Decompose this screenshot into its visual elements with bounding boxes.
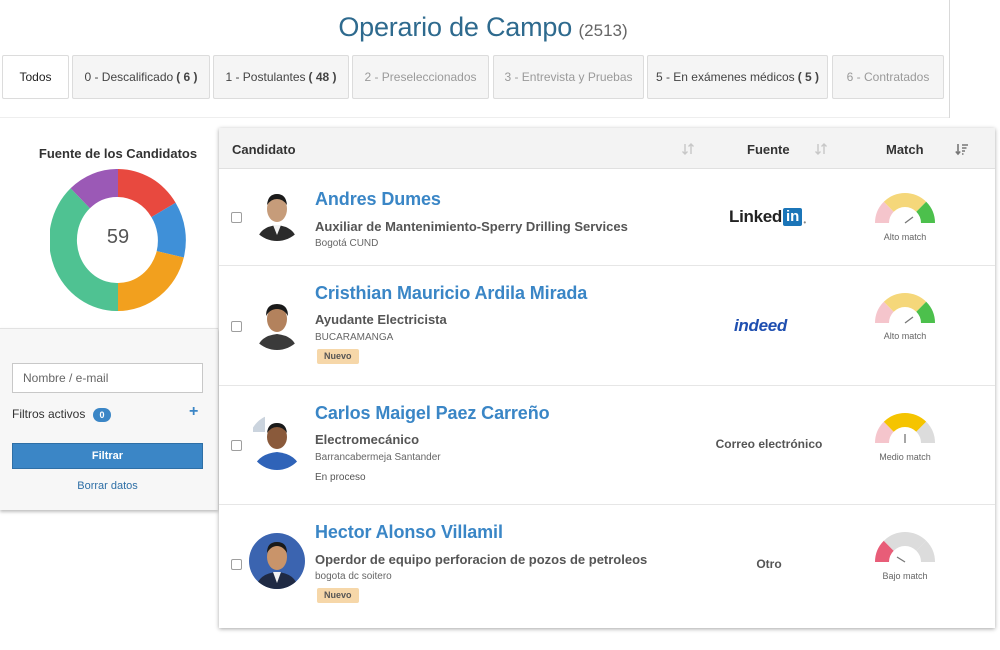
tab-examenes-medicos[interactable]: 5 - En exámenes médicos ( 5 ) bbox=[647, 55, 828, 99]
row-checkbox[interactable] bbox=[231, 559, 242, 570]
candidates-table: Candidato Fuente Match Andres Dumes Auxi… bbox=[219, 128, 995, 628]
tab-label: 0 - Descalificado bbox=[84, 70, 174, 84]
linkedin-logo-box: in bbox=[783, 208, 803, 226]
tab-todos[interactable]: Todos bbox=[2, 55, 69, 99]
table-header: Candidato Fuente Match bbox=[219, 128, 995, 169]
candidate-name[interactable]: Carlos Maigel Paez Carreño bbox=[315, 403, 550, 424]
donut-slice-orange[interactable] bbox=[118, 251, 184, 311]
tab-label: Todos bbox=[19, 70, 52, 84]
candidate-job: Operdor de equipo perforacion de pozos d… bbox=[315, 552, 648, 567]
candidate-source: Correo electrónico bbox=[715, 437, 823, 451]
avatar bbox=[249, 294, 305, 350]
candidate-name[interactable]: Cristhian Mauricio Ardila Mirada bbox=[315, 283, 587, 304]
row-checkbox[interactable] bbox=[231, 321, 242, 332]
avatar bbox=[249, 185, 305, 241]
tab-label: 5 - En exámenes médicos bbox=[655, 70, 795, 84]
table-row[interactable]: Cristhian Mauricio Ardila Mirada Ayudant… bbox=[219, 266, 995, 386]
linkedin-logo-mark: • bbox=[803, 217, 807, 227]
match-label: Alto match bbox=[883, 331, 927, 341]
table-row[interactable]: Carlos Maigel Paez Carreño Electromecáni… bbox=[219, 386, 995, 505]
source-chart-title: Fuente de los Candidatos bbox=[38, 146, 198, 161]
match-label: Medio match bbox=[879, 452, 931, 462]
column-match-header[interactable]: Match bbox=[886, 142, 924, 157]
filter-panel: Filtros activos 0 + Filtrar Borrar datos bbox=[0, 328, 218, 510]
job-title: Operario de Campo bbox=[338, 12, 573, 42]
new-badge: Nuevo bbox=[317, 588, 359, 603]
candidate-job: Ayudante Electricista bbox=[315, 312, 447, 327]
column-source-header[interactable]: Fuente bbox=[747, 142, 790, 157]
tab-entrevista-pruebas[interactable]: 3 - Entrevista y Pruebas bbox=[493, 55, 644, 99]
add-filter-icon[interactable]: + bbox=[189, 403, 198, 421]
table-row[interactable]: Andres Dumes Auxiliar de Mantenimiento-S… bbox=[219, 169, 995, 266]
column-candidate-header[interactable]: Candidato bbox=[232, 142, 296, 157]
match-gauge-medium-icon bbox=[875, 413, 935, 443]
table-row[interactable]: Hector Alonso Villamil Operdor de equipo… bbox=[219, 505, 995, 627]
tab-postulantes[interactable]: 1 - Postulantes ( 48 ) bbox=[213, 55, 349, 99]
search-input[interactable] bbox=[12, 363, 203, 393]
clear-data-link[interactable]: Borrar datos bbox=[12, 480, 203, 492]
match-gauge-low-icon bbox=[875, 532, 935, 563]
candidate-location: Bogotá CUND bbox=[315, 238, 379, 249]
tab-label: 2 - Preseleccionados bbox=[364, 70, 477, 84]
job-applicant-count: (2513) bbox=[578, 21, 628, 40]
page-title: Operario de Campo (2513) bbox=[0, 12, 966, 43]
sort-icon[interactable] bbox=[681, 142, 695, 156]
tab-preseleccionados[interactable]: 2 - Preseleccionados bbox=[352, 55, 489, 99]
candidate-status: En proceso bbox=[315, 472, 366, 483]
avatar bbox=[249, 414, 305, 470]
candidate-location: BUCARAMANGA bbox=[315, 332, 394, 343]
candidate-location: Barrancabermeja Santander bbox=[315, 452, 441, 463]
active-filters-count-badge: 0 bbox=[93, 408, 111, 422]
candidate-location: bogota dc soitero bbox=[315, 571, 392, 582]
indeed-logo: indeed bbox=[734, 316, 787, 335]
row-checkbox[interactable] bbox=[231, 212, 242, 223]
linkedin-logo-text: Linked bbox=[729, 207, 782, 226]
avatar bbox=[249, 533, 305, 589]
candidate-job: Auxiliar de Mantenimiento-Sperry Drillin… bbox=[315, 219, 628, 234]
tab-count: ( 6 ) bbox=[176, 70, 198, 84]
tab-contratados[interactable]: 6 - Contratados bbox=[832, 55, 944, 99]
new-badge: Nuevo bbox=[317, 349, 359, 364]
separator bbox=[0, 117, 949, 118]
row-checkbox[interactable] bbox=[231, 440, 242, 451]
filter-button[interactable]: Filtrar bbox=[12, 443, 203, 469]
tab-label: 1 - Postulantes bbox=[225, 70, 306, 84]
active-filters-label: Filtros activos bbox=[12, 407, 86, 421]
tab-label: 3 - Entrevista y Pruebas bbox=[504, 70, 633, 84]
donut-total: 59 bbox=[106, 226, 130, 248]
match-gauge-high-icon bbox=[875, 293, 935, 324]
candidate-name[interactable]: Hector Alonso Villamil bbox=[315, 522, 503, 543]
tab-count: ( 48 ) bbox=[308, 70, 337, 84]
match-label: Alto match bbox=[883, 232, 927, 242]
sort-icon[interactable] bbox=[814, 142, 828, 156]
candidate-source: Otro bbox=[756, 557, 782, 571]
match-gauge-high-icon bbox=[875, 193, 935, 224]
tab-descalificado[interactable]: 0 - Descalificado ( 6 ) bbox=[72, 55, 210, 99]
candidate-name[interactable]: Andres Dumes bbox=[315, 189, 441, 210]
match-label: Bajo match bbox=[882, 571, 928, 581]
donut-slice-green[interactable] bbox=[50, 188, 118, 311]
linkedin-logo: Linked in • bbox=[729, 207, 806, 227]
candidate-job: Electromecánico bbox=[315, 432, 420, 447]
tab-label: 6 - Contratados bbox=[846, 70, 930, 84]
tab-count: ( 5 ) bbox=[797, 70, 820, 84]
sort-desc-icon[interactable] bbox=[955, 142, 969, 156]
